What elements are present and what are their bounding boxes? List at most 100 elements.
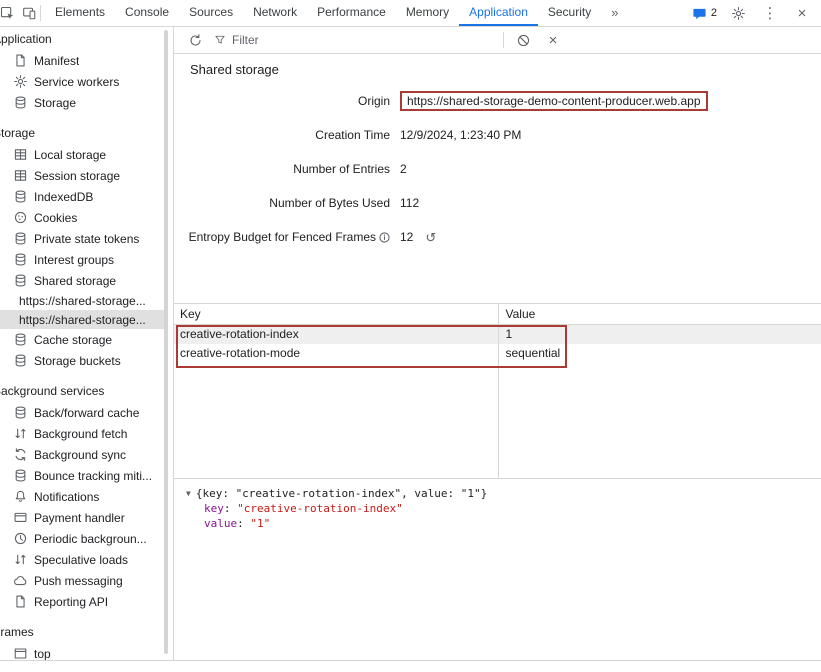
tab-performance[interactable]: Performance xyxy=(307,0,396,26)
application-sidebar: Application Manifest Service workers Sto… xyxy=(0,27,174,660)
bell-icon xyxy=(13,489,28,504)
sidebar-item-private-state-tokens[interactable]: Private state tokens xyxy=(0,228,165,249)
sidebar-item-service-workers[interactable]: Service workers xyxy=(0,71,165,92)
table-icon xyxy=(13,168,28,183)
column-header-value[interactable]: Value xyxy=(498,304,821,324)
entry-preview-pane: ▼ {key: "creative-rotation-index", value:… xyxy=(174,479,821,660)
info-icon[interactable] xyxy=(379,232,390,243)
field-creation-time: Creation Time 12/9/2024, 1:23:40 PM xyxy=(174,125,821,145)
sidebar-item-push-messaging[interactable]: Push messaging xyxy=(0,570,165,591)
delete-all-icon[interactable] xyxy=(512,29,534,51)
sidebar-item-notifications[interactable]: Notifications xyxy=(0,486,165,507)
console-message-count: 2 xyxy=(711,7,717,19)
device-toolbar-icon[interactable] xyxy=(18,2,40,24)
tab-sources[interactable]: Sources xyxy=(179,0,243,26)
panel-tabs: Elements Console Sources Network Perform… xyxy=(45,0,628,26)
database-icon xyxy=(13,405,28,420)
page-title: Shared storage xyxy=(190,62,805,77)
settings-gear-icon[interactable] xyxy=(727,2,749,24)
sidebar-item-bounce-tracking[interactable]: Bounce tracking miti... xyxy=(0,465,165,486)
close-devtools-icon[interactable]: × xyxy=(791,2,813,24)
tab-elements[interactable]: Elements xyxy=(45,0,115,26)
sidebar-item-background-sync[interactable]: Background sync xyxy=(0,444,165,465)
tabbar-divider xyxy=(40,5,41,21)
sidebar-item-speculative-loads[interactable]: Speculative loads xyxy=(0,549,165,570)
column-divider[interactable] xyxy=(498,304,499,478)
database-icon xyxy=(13,273,28,288)
key-cell: creative-rotation-index xyxy=(174,325,498,344)
sidebar-item-manifest[interactable]: Manifest xyxy=(0,50,165,71)
tab-application[interactable]: Application xyxy=(459,0,538,26)
section-title-background-services: Background services xyxy=(0,381,173,402)
field-value: 12/9/2024, 1:23:40 PM xyxy=(400,128,821,142)
tab-security[interactable]: Security xyxy=(538,0,601,26)
preview-summary: {key: "creative-rotation-index", value: … xyxy=(196,487,487,500)
sidebar-item-storage-buckets[interactable]: Storage buckets xyxy=(0,350,165,371)
database-icon xyxy=(13,231,28,246)
sidebar-item-periodic-background-sync[interactable]: Periodic backgroun... xyxy=(0,528,165,549)
sidebar-item-back-forward-cache[interactable]: Back/forward cache xyxy=(0,402,165,423)
tab-network[interactable]: Network xyxy=(243,0,307,26)
sidebar-item-interest-groups[interactable]: Interest groups xyxy=(0,249,165,270)
origin-value: https://shared-storage-demo-content-prod… xyxy=(400,91,708,111)
clock-icon xyxy=(13,531,28,546)
expand-toggle-icon[interactable]: ▼ xyxy=(186,489,191,498)
tab-memory[interactable]: Memory xyxy=(396,0,459,26)
gear-icon xyxy=(13,74,28,89)
tab-console[interactable]: Console xyxy=(115,0,179,26)
filter-input[interactable] xyxy=(232,33,495,47)
kebab-menu-icon[interactable]: ⋮ xyxy=(759,2,781,24)
panel-toolbar: × xyxy=(174,27,821,54)
sidebar-scrollbar[interactable] xyxy=(164,30,168,654)
field-label: Entropy Budget for Fenced Frames xyxy=(189,230,376,244)
value-cell: sequential xyxy=(498,344,821,363)
sidebar-item-indexeddb[interactable]: IndexedDB xyxy=(0,186,165,207)
sidebar-item-shared-storage-origin-2[interactable]: https://shared-storage... xyxy=(0,310,165,329)
sidebar-item-cookies[interactable]: Cookies xyxy=(0,207,165,228)
card-icon xyxy=(13,510,28,525)
field-label: Number of Bytes Used xyxy=(174,196,390,210)
sidebar-item-storage[interactable]: Storage xyxy=(0,92,165,113)
filter-box[interactable] xyxy=(214,33,495,47)
sidebar-item-shared-storage-origin-1[interactable]: https://shared-storage... xyxy=(0,291,165,310)
field-number-of-entries: Number of Entries 2 xyxy=(174,159,821,179)
sidebar-item-reporting-api[interactable]: Reporting API xyxy=(0,591,165,612)
sidebar-item-cache-storage[interactable]: Cache storage xyxy=(0,329,165,350)
sidebar-item-top-frame[interactable]: top xyxy=(0,643,165,660)
up-down-arrows-icon xyxy=(13,426,28,441)
sidebar-item-shared-storage[interactable]: Shared storage xyxy=(0,270,165,291)
cloud-icon xyxy=(13,573,28,588)
database-icon xyxy=(13,332,28,347)
field-value: 12 xyxy=(400,230,413,244)
up-down-arrows-icon xyxy=(13,552,28,567)
sync-icon xyxy=(13,447,28,462)
shared-storage-panel: × Shared storage Origin https://shared-s… xyxy=(174,27,821,660)
inspect-element-icon[interactable] xyxy=(0,2,18,24)
field-label: Origin xyxy=(174,94,390,108)
preview-entry-value: value"1" xyxy=(186,516,821,531)
cookie-icon xyxy=(13,210,28,225)
column-header-key[interactable]: Key xyxy=(174,304,498,324)
filter-funnel-icon xyxy=(214,34,226,46)
sidebar-item-background-fetch[interactable]: Background fetch xyxy=(0,423,165,444)
storage-entries-table: Key Value creative-rotation-index 1 crea… xyxy=(174,303,821,479)
refresh-icon[interactable] xyxy=(184,29,206,51)
more-tabs-button[interactable]: » xyxy=(601,0,628,26)
reset-budget-icon[interactable]: ↺ xyxy=(425,231,436,244)
console-bubble-icon xyxy=(692,6,707,21)
delete-selected-icon[interactable]: × xyxy=(542,29,564,51)
table-icon xyxy=(13,147,28,162)
console-messages-badge[interactable]: 2 xyxy=(692,6,717,21)
devtools-window: Elements Console Sources Network Perform… xyxy=(0,0,821,661)
section-frames: Frames top xyxy=(0,622,173,660)
sidebar-item-local-storage[interactable]: Local storage xyxy=(0,144,165,165)
panel-content: Shared storage Origin https://shared-sto… xyxy=(174,54,821,660)
field-origin: Origin https://shared-storage-demo-conte… xyxy=(174,91,821,111)
sidebar-item-payment-handler[interactable]: Payment handler xyxy=(0,507,165,528)
toolbar-divider xyxy=(503,32,504,48)
sidebar-item-session-storage[interactable]: Session storage xyxy=(0,165,165,186)
section-title-frames: Frames xyxy=(0,622,173,643)
document-icon xyxy=(13,53,28,68)
database-icon xyxy=(13,189,28,204)
section-title-application: Application xyxy=(0,29,173,50)
